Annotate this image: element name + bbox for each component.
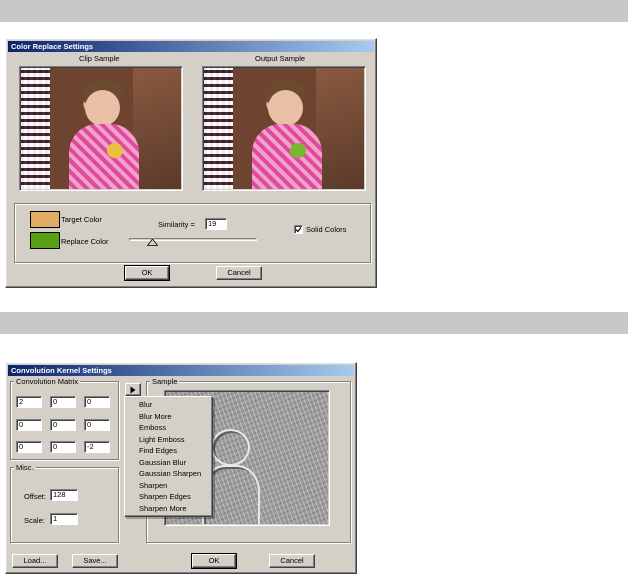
matrix-cell-2-0[interactable]: 0: [16, 441, 42, 453]
menu-item-gaussian-blur[interactable]: Gaussian Blur: [127, 457, 210, 469]
scale-label: Scale:: [24, 516, 45, 525]
replace-color-swatch[interactable]: [30, 232, 60, 249]
output-sample-frame: [202, 66, 366, 191]
target-color-label: Target Color: [61, 215, 102, 224]
section-separator-top: [0, 0, 628, 22]
cancel-button[interactable]: Cancel: [269, 554, 315, 568]
similarity-input[interactable]: 19: [205, 218, 227, 230]
checkmark-icon: [295, 227, 302, 233]
convolution-titlebar[interactable]: Convolution Kernel Settings: [8, 365, 354, 376]
cancel-button[interactable]: Cancel: [216, 266, 262, 280]
presets-menu-button[interactable]: [125, 383, 141, 396]
color-replace-dialog: Color Replace Settings Clip Sample Outpu…: [5, 38, 377, 288]
menu-item-sharpen[interactable]: Sharpen: [127, 480, 210, 492]
clip-sample-image: [21, 68, 181, 189]
misc-group: [10, 467, 119, 543]
output-sample-label: Output Sample: [255, 54, 306, 63]
offset-label: Offset:: [24, 492, 46, 501]
matrix-cell-2-1[interactable]: 0: [50, 441, 76, 453]
menu-item-find-edges[interactable]: Find Edges: [127, 445, 210, 457]
matrix-cell-0-1[interactable]: 0: [50, 396, 76, 408]
section-separator-middle: [0, 312, 628, 334]
sample-legend: Sample: [150, 377, 180, 386]
ok-button[interactable]: OK: [191, 553, 237, 569]
matrix-cell-1-2[interactable]: 0: [84, 419, 110, 431]
arrow-right-icon: [130, 386, 136, 394]
menu-item-blur[interactable]: Blur: [127, 399, 210, 411]
replace-color-label: Replace Color: [61, 237, 109, 246]
clip-sample-label: Clip Sample: [79, 54, 120, 63]
convolution-dialog: Convolution Kernel Settings Convolution …: [5, 362, 357, 574]
target-color-swatch[interactable]: [30, 211, 60, 228]
solid-colors-label: Solid Colors: [306, 225, 347, 234]
convolution-matrix-legend: Convolution Matrix: [14, 377, 81, 386]
menu-item-sharpen-more[interactable]: Sharpen More: [127, 503, 210, 515]
slider-thumb-icon[interactable]: [147, 239, 158, 246]
ok-button[interactable]: OK: [124, 265, 170, 281]
similarity-label: Similarity =: [158, 220, 195, 229]
offset-input[interactable]: 128: [50, 489, 78, 501]
menu-item-blur-more[interactable]: Blur More: [127, 411, 210, 423]
menu-item-sharpen-edges[interactable]: Sharpen Edges: [127, 491, 210, 503]
scale-input[interactable]: 1: [50, 513, 78, 525]
matrix-cell-0-0[interactable]: 2: [16, 396, 42, 408]
load-button[interactable]: Load...: [12, 554, 58, 568]
matrix-cell-2-2[interactable]: -2: [84, 441, 110, 453]
menu-item-emboss[interactable]: Emboss: [127, 422, 210, 434]
color-replace-titlebar[interactable]: Color Replace Settings: [8, 41, 374, 52]
misc-legend: Misc.: [14, 463, 36, 472]
presets-menu: Blur Blur More Emboss Light Emboss Find …: [124, 396, 213, 517]
output-sample-image: [204, 68, 364, 189]
matrix-cell-0-2[interactable]: 0: [84, 396, 110, 408]
matrix-cell-1-1[interactable]: 0: [50, 419, 76, 431]
solid-colors-checkbox[interactable]: [294, 225, 303, 234]
matrix-cell-1-0[interactable]: 0: [16, 419, 42, 431]
clip-sample-frame: [19, 66, 183, 191]
menu-item-gaussian-sharpen[interactable]: Gaussian Sharpen: [127, 468, 210, 480]
save-button[interactable]: Save...: [72, 554, 118, 568]
menu-item-light-emboss[interactable]: Light Emboss: [127, 434, 210, 446]
